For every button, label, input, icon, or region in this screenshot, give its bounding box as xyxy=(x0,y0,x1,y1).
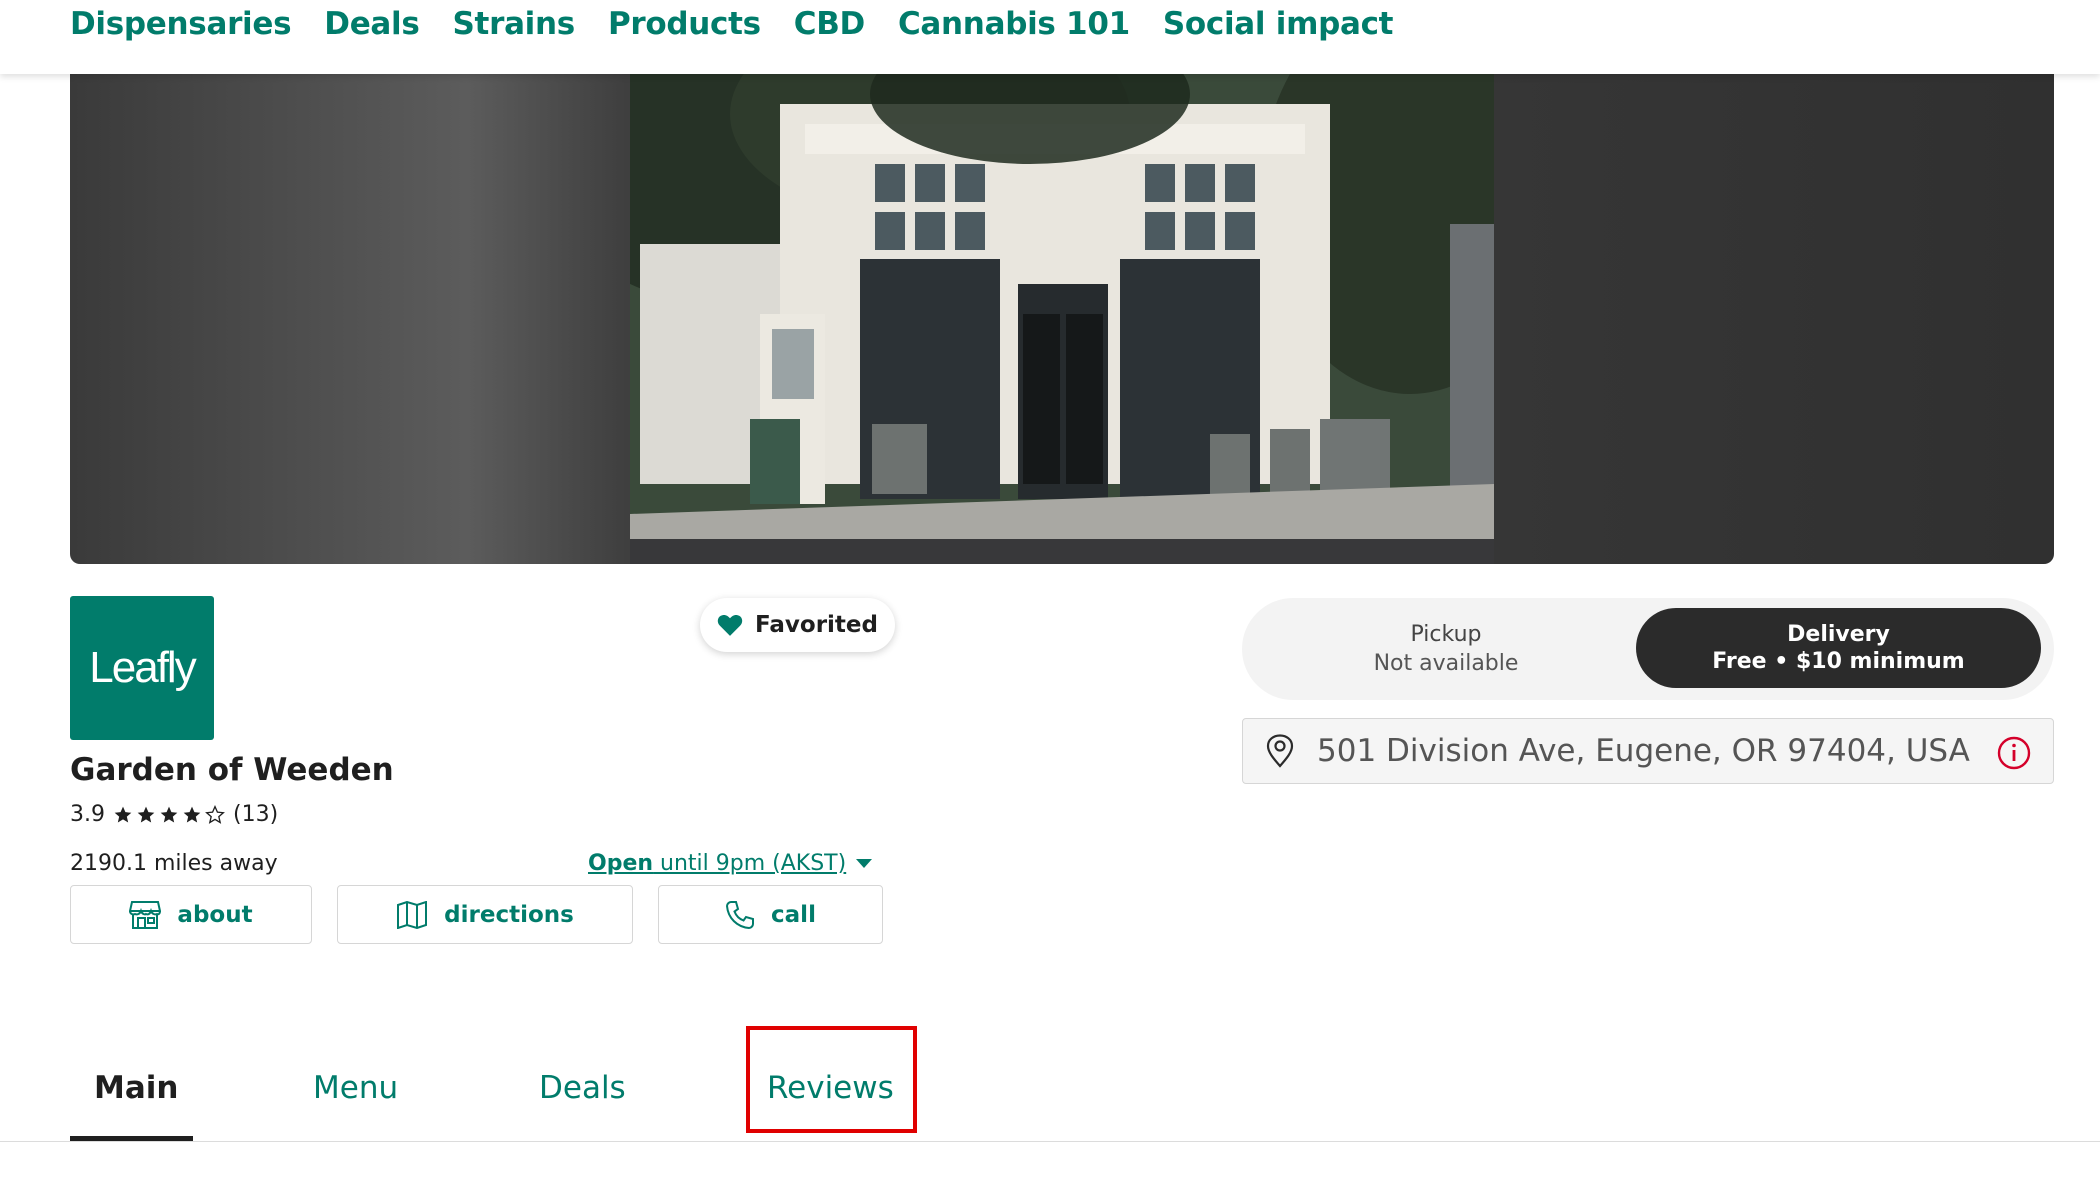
rating-row[interactable]: 3.9 (13) xyxy=(70,802,278,827)
open-hours-text: Open until 9pm (AKST) xyxy=(588,851,846,876)
top-nav: Dispensaries Deals Strains Products CBD … xyxy=(0,0,2100,74)
active-tab-indicator xyxy=(70,1136,193,1141)
favorite-button[interactable]: Favorited xyxy=(700,598,895,652)
logo-text: Leafly xyxy=(89,643,196,692)
tab-deals[interactable]: Deals xyxy=(539,1070,626,1106)
about-button[interactable]: about xyxy=(70,885,312,944)
review-count: (13) xyxy=(233,802,279,827)
delivery-label: Delivery xyxy=(1787,622,1890,647)
map-icon xyxy=(397,900,428,929)
star-full-icon xyxy=(160,806,178,822)
call-label: call xyxy=(771,901,816,928)
about-label: about xyxy=(177,901,253,928)
fulfillment-toggle: Pickup Not available Delivery Free • $10… xyxy=(1242,598,2054,700)
store-tabs: Main Menu Deals Reviews xyxy=(0,1030,2100,1142)
directions-label: directions xyxy=(444,901,574,928)
hero-banner xyxy=(70,74,2054,564)
rating-value: 3.9 xyxy=(70,802,105,827)
nav-cannabis-101[interactable]: Cannabis 101 xyxy=(898,6,1130,42)
rating-stars xyxy=(113,804,225,825)
distance-text: 2190.1 miles away xyxy=(70,851,278,876)
pickup-label: Pickup xyxy=(1410,622,1482,647)
nav-social-impact[interactable]: Social impact xyxy=(1163,6,1394,42)
favorite-label: Favorited xyxy=(755,612,878,638)
location-pin-icon xyxy=(1266,734,1294,768)
heart-icon xyxy=(717,614,743,636)
star-full-icon xyxy=(183,806,201,822)
directions-button[interactable]: directions xyxy=(337,885,633,944)
delivery-option[interactable]: Delivery Free • $10 minimum xyxy=(1636,608,2041,688)
star-full-icon xyxy=(137,806,155,822)
info-icon[interactable] xyxy=(1997,736,2031,770)
storefront-photo xyxy=(630,74,1494,564)
reviews-highlight-box xyxy=(746,1026,917,1133)
address-field[interactable]: 501 Division Ave, Eugene, OR 97404, USA xyxy=(1242,718,2054,784)
delivery-info: Free • $10 minimum xyxy=(1712,649,1965,674)
star-full-icon xyxy=(114,806,132,822)
star-empty-icon xyxy=(205,804,225,824)
store-logo: Leafly xyxy=(70,596,214,740)
tab-menu[interactable]: Menu xyxy=(313,1070,398,1106)
store-name: Garden of Weeden xyxy=(70,752,394,788)
open-hours-toggle[interactable]: Open until 9pm (AKST) xyxy=(588,851,873,876)
nav-products[interactable]: Products xyxy=(608,6,761,42)
pickup-option[interactable]: Pickup Not available xyxy=(1242,598,1650,700)
call-button[interactable]: call xyxy=(658,885,883,944)
nav-deals[interactable]: Deals xyxy=(324,6,420,42)
pickup-status: Not available xyxy=(1373,651,1519,676)
phone-icon xyxy=(726,900,755,929)
open-status-label: Open xyxy=(588,851,654,876)
storefront-icon xyxy=(129,900,162,929)
address-text: 501 Division Ave, Eugene, OR 97404, USA xyxy=(1317,733,1970,769)
nav-cbd[interactable]: CBD xyxy=(794,6,866,42)
open-until-label: until 9pm (AKST) xyxy=(653,851,847,876)
caret-down-icon xyxy=(856,858,873,868)
nav-strains[interactable]: Strains xyxy=(453,6,576,42)
tab-main[interactable]: Main xyxy=(94,1070,178,1106)
nav-dispensaries[interactable]: Dispensaries xyxy=(70,6,292,42)
